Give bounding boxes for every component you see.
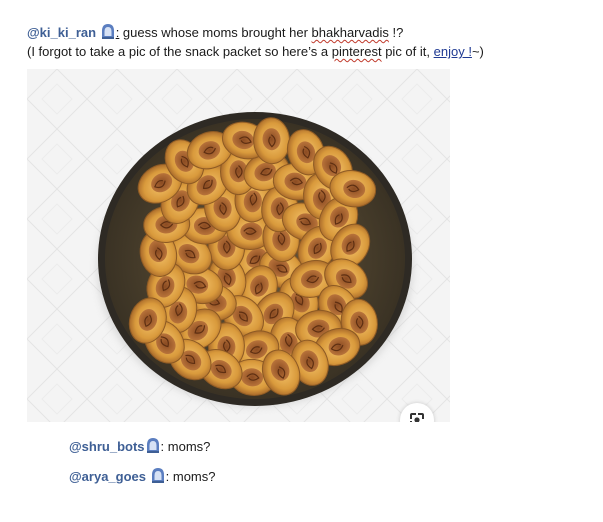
post-text-c: (I forgot to take a pic of the snack pac… bbox=[27, 44, 332, 59]
reply-author-mention[interactable]: @shru_bots bbox=[69, 439, 145, 454]
bhakharvadi-bowl-image bbox=[27, 69, 450, 422]
enjoy-link[interactable]: enjoy ! bbox=[434, 44, 472, 59]
hooded-user-icon bbox=[101, 24, 114, 39]
google-lens-button[interactable] bbox=[400, 403, 434, 422]
reply-1: @shru_bots : moms? bbox=[69, 437, 210, 454]
author-mention[interactable]: @ki_ki_ran bbox=[27, 25, 96, 40]
misspelled-word-2[interactable]: pinterest bbox=[332, 44, 382, 59]
hooded-user-icon bbox=[151, 468, 164, 483]
post-text-a: guess whose moms brought her bbox=[119, 25, 312, 40]
reply-2: @arya_goes : moms? bbox=[69, 467, 215, 484]
reply-text: moms? bbox=[164, 439, 211, 454]
post-text-e: ~) bbox=[471, 44, 484, 59]
post-line-2: (I forgot to take a pic of the snack pac… bbox=[27, 44, 484, 59]
snack-photo[interactable] bbox=[27, 69, 450, 422]
post-text-d: pic of it, bbox=[381, 44, 434, 59]
reply-author-mention[interactable]: @arya_goes bbox=[69, 469, 146, 484]
post-line-1: @ki_ki_ran : guess whose moms brought he… bbox=[27, 23, 403, 40]
google-lens-icon bbox=[410, 413, 424, 422]
post-text-b: !? bbox=[388, 25, 404, 40]
reply-text: moms? bbox=[169, 469, 216, 484]
hooded-user-icon bbox=[146, 438, 159, 453]
misspelled-word[interactable]: bhakharvadis bbox=[312, 25, 389, 40]
